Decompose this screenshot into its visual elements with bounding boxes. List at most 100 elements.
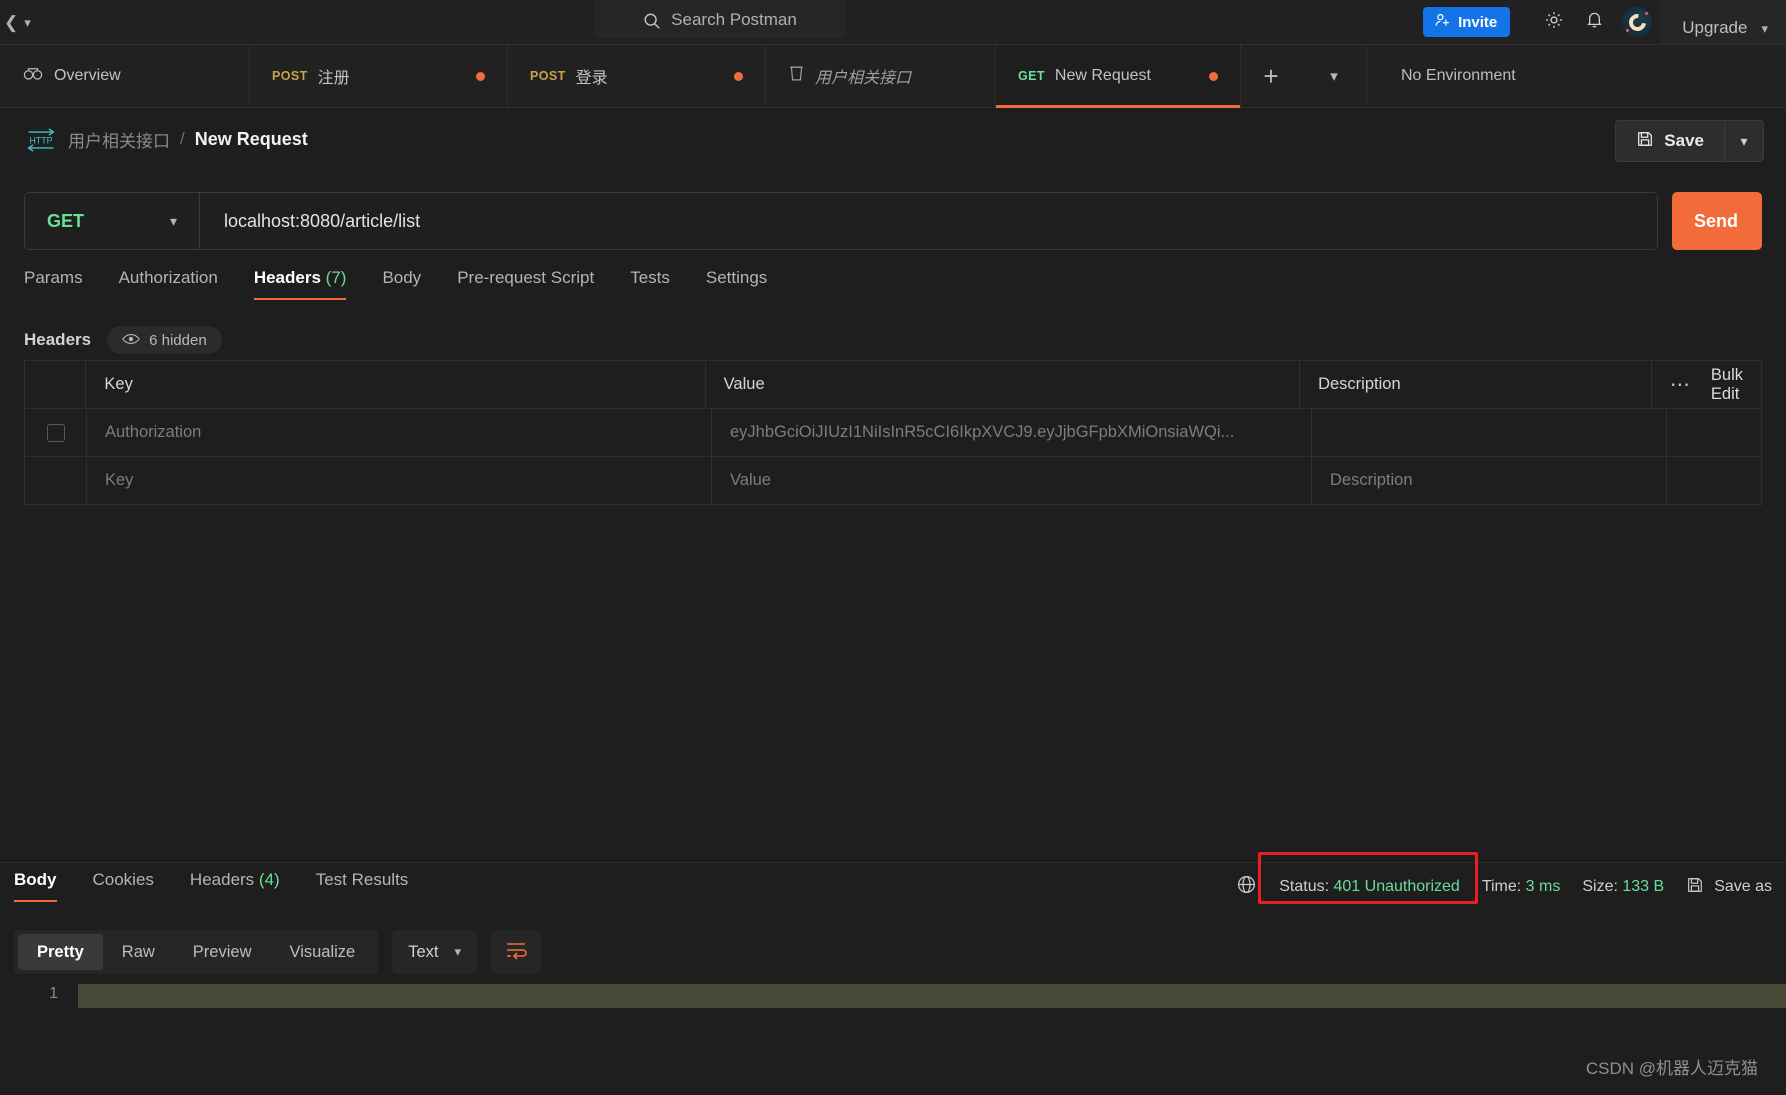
invite-button[interactable]: Invite — [1423, 7, 1511, 37]
response-tab-cookies[interactable]: Cookies — [75, 870, 172, 902]
row-description-placeholder[interactable]: Description — [1312, 457, 1667, 504]
format-visualize[interactable]: Visualize — [270, 934, 374, 970]
content-type-label: Text — [408, 942, 439, 961]
format-raw[interactable]: Raw — [103, 934, 174, 970]
save-as-label: Save as — [1714, 878, 1772, 895]
search-icon — [643, 12, 661, 30]
user-plus-icon — [1434, 12, 1451, 33]
url-bar: GET ▾ localhost:8080/article/list — [24, 192, 1658, 250]
avatar[interactable] — [1622, 7, 1653, 37]
tab-headers-label: Headers — [253, 268, 321, 287]
headers-table: Key Value Description ⋯ Bulk Edit Author… — [24, 360, 1762, 505]
row-value[interactable]: eyJhbGciOiJIUzI1NiIsInR5cCI6IkpXVCJ9.eyJ… — [712, 409, 1312, 456]
tab-method: POST — [530, 69, 566, 83]
chevron-left-icon[interactable]: ❮ — [4, 14, 18, 31]
tab-label: 注册 — [317, 70, 350, 87]
http-icon: HTTP — [26, 127, 55, 152]
status-highlight-box — [1258, 852, 1478, 904]
save-group: Save ▾ — [1615, 120, 1764, 162]
response-tab-headers-label: Headers — [189, 870, 255, 889]
tab-overflow-chevron-down-icon[interactable]: ▾ — [1302, 45, 1366, 107]
response-body-editor[interactable]: 1 — [0, 980, 1786, 1020]
svg-text:HTTP: HTTP — [29, 136, 52, 146]
tab-headers-count: (7) — [325, 268, 347, 287]
tab-label: New Request — [1054, 67, 1151, 84]
row-checkbox-cell — [25, 409, 87, 456]
chevron-down-icon: ▾ — [454, 944, 462, 959]
notifications-button[interactable] — [1574, 2, 1614, 42]
top-bar-left: ❮ ▾ — [0, 14, 560, 31]
table-row[interactable]: Authorization eyJhbGciOiJIUzI1NiIsInR5cC… — [25, 409, 1761, 457]
url-input[interactable]: localhost:8080/article/list — [200, 211, 1657, 232]
tab-method: GET — [1018, 69, 1045, 83]
save-button[interactable]: Save — [1615, 120, 1724, 162]
format-preview[interactable]: Preview — [174, 934, 271, 970]
response-tab-test-results[interactable]: Test Results — [298, 870, 427, 902]
tab-pre-request-script[interactable]: Pre-request Script — [439, 268, 612, 300]
table-row[interactable]: Key Value Description — [25, 457, 1761, 505]
tab-label: 用户相关接口 — [815, 70, 912, 87]
breadcrumb-collection[interactable]: 用户相关接口 — [68, 127, 170, 152]
tab-collection[interactable]: 用户相关接口 — [766, 45, 996, 107]
tab-params[interactable]: Params — [24, 268, 101, 300]
row-actions — [1667, 457, 1761, 504]
tab-tests[interactable]: Tests — [612, 268, 688, 300]
word-wrap-button[interactable] — [491, 930, 542, 974]
content-type-selector[interactable]: Text ▾ — [392, 930, 478, 974]
collection-icon — [788, 64, 805, 88]
tab-body[interactable]: Body — [364, 268, 439, 300]
tab-label: 登录 — [575, 70, 608, 87]
table-header-row: Key Value Description ⋯ Bulk Edit — [25, 361, 1761, 409]
method-selector[interactable]: GET ▾ — [25, 193, 200, 249]
save-chevron-down-icon[interactable]: ▾ — [1724, 120, 1764, 162]
upgrade-label: Upgrade — [1682, 18, 1748, 37]
save-response-button[interactable]: Save as — [1686, 876, 1772, 899]
bulk-edit-button[interactable]: Bulk Edit — [1711, 366, 1743, 404]
response-tab-body[interactable]: Body — [14, 870, 75, 902]
overview-icon — [22, 65, 44, 88]
response-body-line — [78, 984, 1786, 1008]
top-bar: ❮ ▾ Search Postman Invite Upgrade ▾ — [0, 0, 1786, 56]
tab-authorization[interactable]: Authorization — [101, 268, 236, 300]
new-tab-button[interactable]: + — [1241, 45, 1301, 107]
unsaved-dot-icon — [1209, 71, 1218, 81]
time-label: Time: — [1481, 878, 1522, 895]
tab-new-request[interactable]: GET New Request — [996, 45, 1241, 108]
column-value: Value — [706, 361, 1301, 408]
page-title: New Request — [194, 128, 308, 149]
method-label: GET — [47, 210, 85, 231]
invite-label: Invite — [1458, 13, 1498, 31]
url-row: GET ▾ localhost:8080/article/list Send — [0, 192, 1786, 250]
row-checkbox-cell — [25, 457, 87, 504]
ellipsis-icon[interactable]: ⋯ — [1670, 372, 1691, 397]
send-button[interactable]: Send — [1672, 192, 1762, 250]
row-checkbox[interactable] — [46, 423, 65, 442]
format-pretty[interactable]: Pretty — [18, 934, 103, 970]
chevron-down-icon: ▾ — [169, 212, 177, 229]
row-description[interactable] — [1312, 409, 1667, 456]
avatar-dot — [1626, 29, 1630, 32]
response-format-bar: Pretty Raw Preview Visualize Text ▾ — [14, 930, 542, 974]
headers-title: Headers — [24, 330, 92, 349]
row-key[interactable]: Authorization — [87, 409, 712, 456]
history-chevron-down-icon[interactable]: ▾ — [24, 16, 31, 29]
settings-button[interactable] — [1534, 2, 1574, 42]
tab-headers[interactable]: Headers (7) — [236, 268, 365, 300]
tab-settings[interactable]: Settings — [688, 268, 785, 300]
word-wrap-icon — [504, 940, 528, 965]
tab-overview[interactable]: Overview — [0, 45, 250, 107]
tab-label: Overview — [54, 67, 121, 84]
column-key: Key — [86, 361, 706, 408]
hidden-headers-toggle[interactable]: 6 hidden — [107, 326, 222, 354]
tab-login[interactable]: POST 登录 — [508, 45, 766, 107]
response-tab-headers[interactable]: Headers (4) — [172, 870, 298, 902]
column-description: Description — [1300, 361, 1652, 408]
row-key-placeholder[interactable]: Key — [87, 457, 712, 504]
environment-selector[interactable]: No Environment — [1366, 45, 1786, 107]
row-value-placeholder[interactable]: Value — [712, 457, 1312, 504]
globe-icon[interactable] — [1236, 874, 1257, 900]
tab-register[interactable]: POST 注册 — [250, 45, 508, 107]
search-input[interactable]: Search Postman — [595, 0, 845, 38]
request-tab-strip: Overview POST 注册 POST 登录 用户相关接口 GET New … — [0, 44, 1786, 108]
search-placeholder: Search Postman — [671, 10, 797, 29]
